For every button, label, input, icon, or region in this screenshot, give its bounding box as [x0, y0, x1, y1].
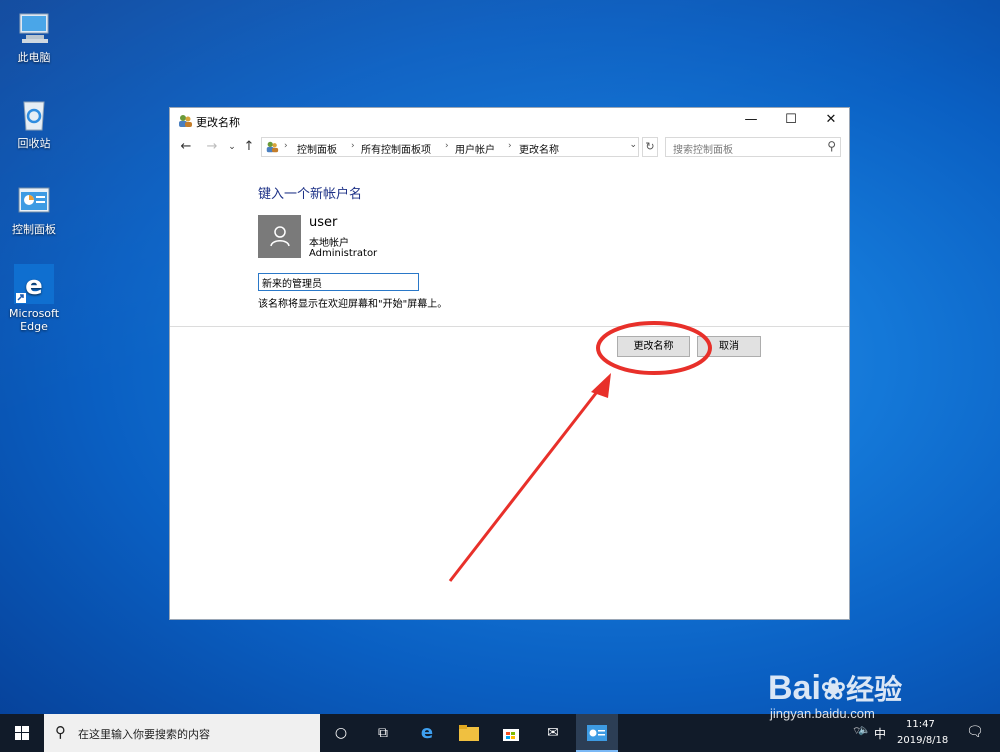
account-role: Administrator [309, 248, 378, 259]
window-title: 更改名称 [196, 116, 240, 129]
close-button[interactable]: ✕ [811, 108, 851, 134]
cortana-icon[interactable]: ○ [320, 714, 362, 752]
user-name: user [309, 215, 338, 230]
search-icon[interactable]: ⚲ [827, 139, 836, 153]
maximize-button[interactable]: ☐ [771, 108, 811, 134]
rename-account-window: 更改名称 — ☐ ✕ ← → ⌄ ↑ › 控制面板 › 所有控制面板项 › 用户… [169, 107, 850, 620]
edge-icon: e [14, 264, 54, 304]
desktop-icon-label: Microsoft Edge [8, 307, 60, 333]
search-placeholder: 搜索控制面板 [673, 145, 733, 156]
recent-locations-icon[interactable]: ⌄ [223, 138, 241, 156]
recycle-bin-icon [14, 94, 54, 134]
refresh-icon[interactable]: ↻ [642, 137, 658, 157]
person-icon [270, 226, 290, 247]
watermark-brand-text: Bai [768, 669, 821, 707]
minimize-button[interactable]: — [731, 108, 771, 134]
desktop-icon-this-pc[interactable]: 此电脑 [2, 8, 66, 64]
users-icon [177, 113, 193, 129]
users-icon [265, 140, 279, 157]
cancel-button[interactable]: 取消 [697, 336, 761, 357]
breadcrumb-separator-icon: › [508, 141, 512, 151]
control-panel-icon [14, 180, 54, 220]
title-bar[interactable]: 更改名称 — ☐ ✕ [170, 108, 849, 134]
breadcrumb-rename[interactable]: 更改名称 [519, 141, 559, 156]
ime-indicator[interactable]: 中 [874, 725, 886, 752]
paw-icon: ❀ [820, 673, 847, 706]
svg-text:e: e [25, 271, 43, 301]
watermark-url: jingyan.baidu.com [770, 706, 875, 721]
task-view-icon[interactable]: ⧉ [362, 714, 404, 752]
account-type: 本地帐户 [309, 238, 349, 249]
taskbar-search[interactable]: ⚲ 在这里输入你要搜索的内容 [44, 714, 320, 752]
search-icon: ⚲ [55, 723, 66, 741]
page-heading: 键入一个新帐户名 [258, 187, 363, 202]
name-hint: 该名称将显示在欢迎屏幕和"开始"屏幕上。 [258, 299, 448, 310]
up-arrow-icon[interactable]: ↑ [240, 138, 258, 156]
taskbar-search-placeholder: 在这里输入你要搜索的内容 [78, 728, 210, 741]
new-account-name-input[interactable] [258, 273, 419, 291]
notification-center-icon[interactable]: 🗨 [966, 724, 984, 752]
navigation-bar: ← → ⌄ ↑ › 控制面板 › 所有控制面板项 › 用户帐户 › 更改名称 ⌄… [170, 136, 849, 160]
user-avatar [258, 215, 301, 258]
edge-taskbar-icon[interactable]: e [406, 714, 448, 752]
breadcrumb-user-accounts[interactable]: 用户帐户 [455, 141, 495, 156]
address-bar[interactable]: › 控制面板 › 所有控制面板项 › 用户帐户 › 更改名称 ⌄ [261, 137, 639, 157]
control-panel-taskbar-icon[interactable] [576, 714, 618, 752]
desktop-icon-control-panel[interactable]: 控制面板 [2, 180, 66, 236]
file-explorer-icon[interactable] [448, 714, 490, 752]
desktop-icon-label: 控制面板 [12, 223, 56, 236]
desktop-icon-edge[interactable]: e Microsoft Edge [2, 264, 66, 333]
breadcrumb-separator-icon: › [284, 141, 288, 151]
breadcrumb-separator-icon: › [351, 141, 355, 151]
breadcrumb-control-panel[interactable]: 控制面板 [297, 141, 337, 156]
desktop-icon-recycle-bin[interactable]: 回收站 [2, 94, 66, 150]
divider [170, 326, 849, 327]
mail-icon[interactable]: ✉ [532, 714, 574, 752]
store-icon[interactable] [490, 714, 532, 752]
change-name-button[interactable]: 更改名称 [617, 336, 690, 357]
start-button[interactable] [0, 714, 44, 752]
watermark-brand-suffix: 经验 [846, 674, 903, 705]
clock-date[interactable]: 2019/8/18 [897, 735, 948, 752]
desktop-icon-label: 此电脑 [17, 51, 51, 64]
breadcrumb-separator-icon: › [445, 141, 449, 151]
computer-icon [14, 8, 54, 48]
address-dropdown-icon[interactable]: ⌄ [629, 140, 637, 150]
windows-logo-icon [15, 726, 29, 740]
desktop-icon-label: 回收站 [17, 137, 51, 150]
forward-arrow-icon[interactable]: → [203, 138, 221, 156]
volume-icon[interactable]: 🔈 [858, 725, 870, 752]
breadcrumb-all-items[interactable]: 所有控制面板项 [361, 141, 431, 156]
back-arrow-icon[interactable]: ← [177, 138, 195, 156]
watermark-brand: Bai❀经验 [768, 668, 902, 708]
search-box[interactable]: 搜索控制面板 ⚲ [665, 137, 841, 157]
